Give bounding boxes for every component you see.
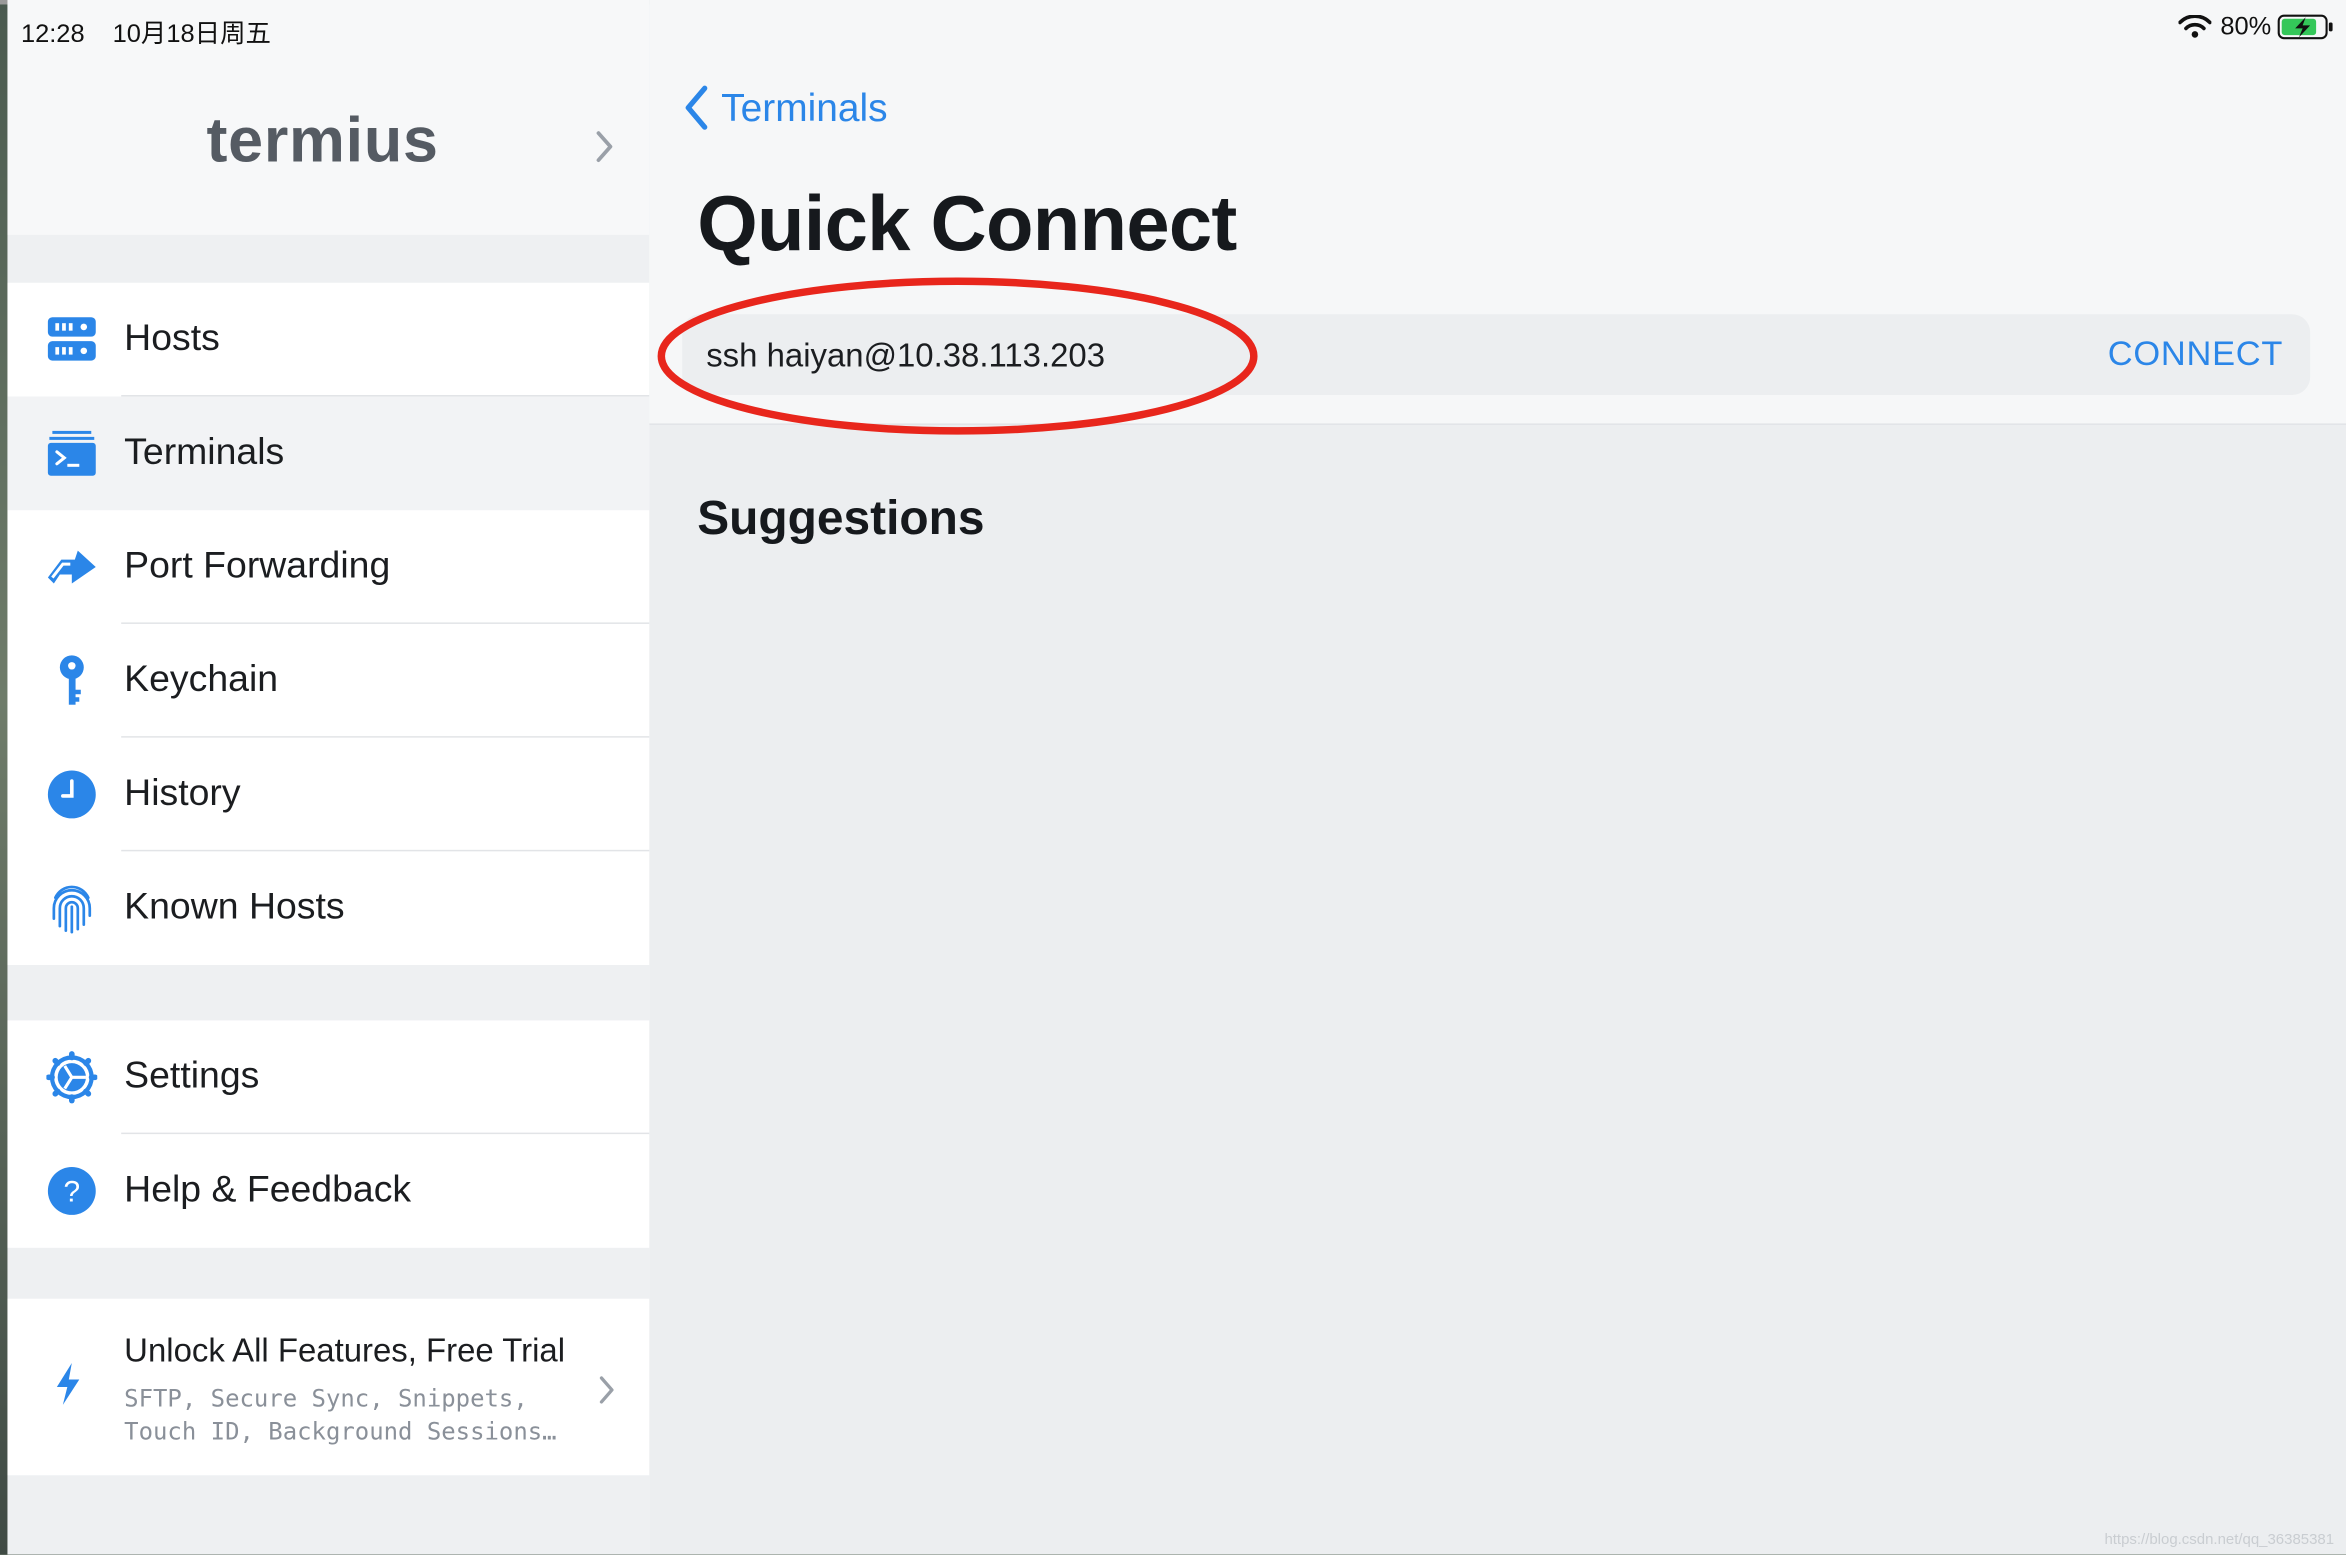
ssh-command-input[interactable] xyxy=(703,329,2056,384)
ipad-screen: termius Hosts Terminals Port Forwarding … xyxy=(0,0,2346,1555)
sidebar-item-help-feedback[interactable]: ? Help & Feedback xyxy=(7,1134,649,1248)
unlock-features-promo[interactable]: Unlock All Features, Free Trial SFTP, Se… xyxy=(7,1299,649,1476)
lightning-icon xyxy=(52,1362,82,1414)
sidebar-item-hosts[interactable]: Hosts xyxy=(7,283,650,397)
back-label: Terminals xyxy=(721,84,888,130)
promo-subtitle: SFTP, Secure Sync, Snippets, Touch ID, B… xyxy=(124,1382,556,1448)
sidebar-item-label: Known Hosts xyxy=(124,885,345,928)
suggestions-heading: Suggestions xyxy=(697,490,985,545)
page-title: Quick Connect xyxy=(697,181,1237,268)
promo-subtitle-line: SFTP, Secure Sync, Snippets, xyxy=(124,1383,528,1413)
status-time: 12:28 xyxy=(20,19,85,48)
arrow-forward-icon xyxy=(46,542,97,593)
sidebar-item-label: Port Forwarding xyxy=(124,544,391,587)
sidebar: termius Hosts Terminals Port Forwarding … xyxy=(7,0,650,1555)
server-icon xyxy=(46,314,97,365)
key-icon xyxy=(46,655,97,706)
sidebar-item-terminals[interactable]: Terminals xyxy=(7,396,650,511)
battery-charging-icon xyxy=(2277,14,2333,40)
sidebar-item-settings[interactable]: Settings xyxy=(7,1020,650,1135)
status-bar-left: 12:28 10月18日周五 xyxy=(21,12,271,49)
sidebar-item-label: Hosts xyxy=(124,317,220,360)
sidebar-item-label: Help & Feedback xyxy=(124,1168,412,1211)
sidebar-item-port-forwarding[interactable]: Port Forwarding xyxy=(7,510,650,624)
chevron-right-icon xyxy=(599,1376,614,1404)
settings-group: Settings ? Help & Feedback xyxy=(7,1020,650,1248)
terminal-icon xyxy=(46,428,97,479)
promo-group: Unlock All Features, Free Trial SFTP, Se… xyxy=(7,1298,650,1476)
main-panel: Terminals Quick Connect CONNECT Suggesti… xyxy=(649,0,2346,1555)
sidebar-item-label: Keychain xyxy=(124,658,279,701)
sidebar-item-known-hosts[interactable]: Known Hosts xyxy=(7,851,649,965)
chevron-left-icon xyxy=(685,85,708,130)
chevron-right-icon[interactable] xyxy=(594,129,615,165)
sidebar-item-label: Settings xyxy=(124,1054,260,1097)
fingerprint-icon xyxy=(46,883,97,934)
wifi-icon xyxy=(2178,14,2212,38)
quick-connect-header: Terminals Quick Connect CONNECT xyxy=(649,0,2346,435)
sidebar-item-label: Terminals xyxy=(124,430,285,473)
promo-subtitle-line: Touch ID, Background Sessions… xyxy=(124,1416,557,1446)
command-field: CONNECT xyxy=(682,314,2311,395)
clock-icon xyxy=(46,769,97,820)
back-button[interactable]: Terminals xyxy=(682,84,888,132)
promo-title: Unlock All Features, Free Trial xyxy=(124,1331,566,1370)
nav-group: Hosts Terminals Port Forwarding Keychain… xyxy=(7,282,650,966)
termius-logo: termius xyxy=(206,104,439,176)
status-bar-right: 80% xyxy=(2178,12,2334,42)
battery-percent: 80% xyxy=(2220,11,2272,41)
help-icon: ? xyxy=(46,1166,97,1217)
desktop-edge xyxy=(0,0,8,1555)
watermark: https://blog.csdn.net/qq_36385381 xyxy=(2104,1532,2335,1549)
sidebar-item-label: History xyxy=(124,772,241,814)
svg-text:?: ? xyxy=(63,1175,80,1208)
status-date: 10月18日周五 xyxy=(112,19,271,48)
gear-icon xyxy=(46,1051,98,1104)
connect-button[interactable]: CONNECT xyxy=(2108,334,2283,374)
sidebar-item-keychain[interactable]: Keychain xyxy=(7,624,650,738)
sidebar-item-history[interactable]: History xyxy=(7,738,650,852)
